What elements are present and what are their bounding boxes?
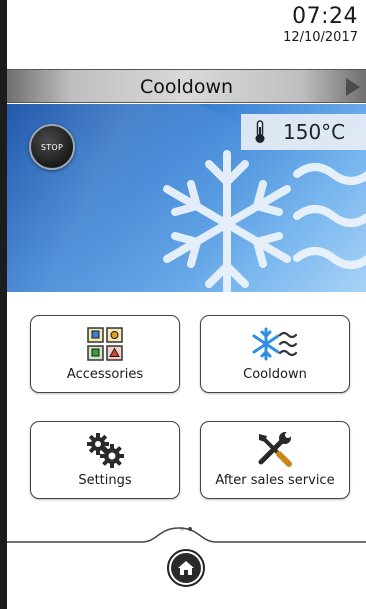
title-bar: Cooldown	[7, 69, 366, 103]
home-button[interactable]	[167, 549, 205, 587]
cooldown-button[interactable]: Cooldown	[200, 315, 350, 393]
clock: 07:24 12/10/2017	[283, 4, 358, 46]
app-screen: 07:24 12/10/2017 Cooldown STOP 150°C Acc…	[0, 0, 366, 609]
settings-label: Settings	[78, 473, 132, 488]
settings-button[interactable]: Settings	[30, 421, 180, 499]
accessories-grid-icon	[85, 326, 125, 366]
accessories-button[interactable]: Accessories	[30, 315, 180, 393]
clock-date: 12/10/2017	[283, 30, 358, 45]
home-icon	[171, 553, 201, 583]
stop-label: STOP	[40, 142, 64, 152]
clock-time: 07:24	[292, 4, 358, 29]
stop-button[interactable]: STOP	[29, 124, 75, 170]
page-title: Cooldown	[139, 76, 234, 98]
screen-bezel	[0, 0, 7, 609]
snowflake-wind-icon	[157, 144, 366, 292]
after-sales-service-label: After sales service	[215, 473, 335, 488]
cooldown-banner: STOP 150°C	[7, 104, 366, 292]
play-arrow-icon[interactable]	[346, 78, 360, 96]
temperature-value: 150°C	[283, 120, 346, 144]
cooldown-label: Cooldown	[243, 367, 307, 382]
tools-icon	[255, 432, 295, 472]
snowflake-wind-icon	[252, 326, 298, 366]
after-sales-service-button[interactable]: After sales service	[200, 421, 350, 499]
gears-icon	[85, 432, 125, 472]
accessories-label: Accessories	[66, 367, 144, 382]
